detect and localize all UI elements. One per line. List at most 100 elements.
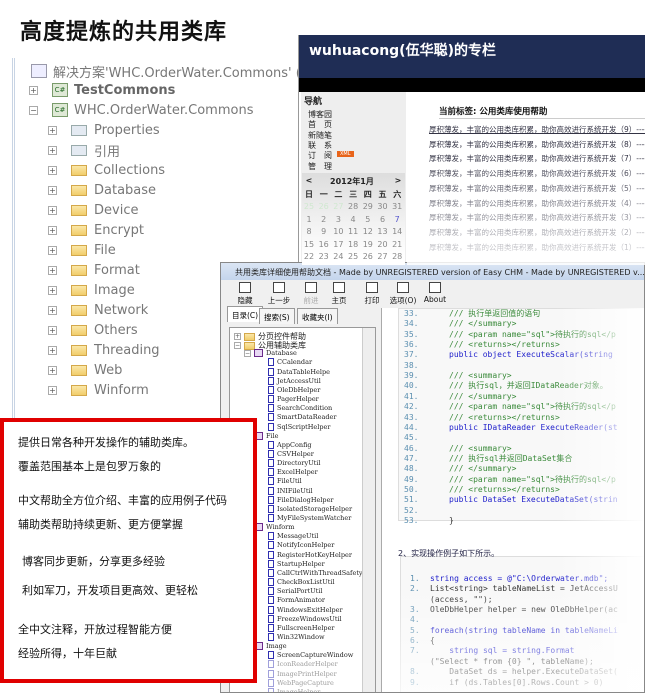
tree-item[interactable]: StartupHelper — [268, 559, 325, 568]
calendar-day[interactable]: 30 — [376, 202, 390, 211]
calendar-day[interactable]: 13 — [376, 227, 390, 236]
collapse-icon[interactable]: − — [234, 342, 241, 350]
tree-item[interactable]: CheckBoxListUtil — [268, 578, 335, 587]
tree-item[interactable]: AppConfig — [268, 440, 312, 449]
solution-folder[interactable]: + Device — [48, 201, 138, 219]
calendar-day[interactable]: 20 — [376, 240, 390, 249]
toolbar-home-button[interactable]: 主页 — [321, 282, 357, 306]
expand-icon[interactable]: + — [48, 125, 57, 135]
tree-item[interactable]: CSVHelper — [268, 449, 314, 458]
tree-item[interactable]: SearchCondition — [268, 404, 332, 413]
expand-icon[interactable]: + — [48, 185, 57, 195]
blog-post-link[interactable]: 厚积薄发，丰富的公用类库积累，助你高效进行系统开发（8）---- — [429, 139, 645, 150]
calendar-day[interactable]: 12 — [361, 227, 375, 236]
solution-folder[interactable]: + Winform — [48, 381, 149, 399]
project-testcommons[interactable]: + C# TestCommons — [29, 81, 175, 99]
expand-icon[interactable]: + — [48, 385, 57, 395]
calendar-day[interactable]: 28 — [390, 252, 404, 261]
nav-item[interactable]: 管 理 — [308, 161, 332, 172]
calendar-day[interactable]: 14 — [390, 227, 404, 236]
tree-scrollbar[interactable] — [362, 328, 375, 692]
tree-item[interactable]: RegisterHotKeyHelper — [268, 550, 352, 559]
calendar-day[interactable]: 29 — [361, 202, 375, 211]
tab-contents[interactable]: 目录(C) — [227, 306, 264, 322]
tree-item[interactable]: WindowsExitHelper — [268, 605, 343, 614]
solution-folder[interactable]: + File — [48, 241, 116, 259]
tab-search[interactable]: 搜索(S) — [259, 308, 295, 324]
project-commons[interactable]: − C# WHC.OrderWater.Commons — [29, 101, 253, 119]
calendar-next-button[interactable]: > — [391, 176, 405, 185]
calendar-day[interactable]: 25 — [302, 202, 316, 211]
toolbar-options-button[interactable]: 选项(O) — [385, 282, 421, 306]
tree-item[interactable]: ExcelHelper — [268, 468, 318, 477]
tree-item[interactable]: WebPageCapture — [268, 678, 334, 687]
calendar-day[interactable]: 18 — [346, 240, 360, 249]
solution-folder[interactable]: + Collections — [48, 161, 165, 179]
solution-folder[interactable]: + Threading — [48, 341, 160, 359]
expand-icon[interactable]: + — [48, 365, 57, 375]
calendar-day[interactable]: 26 — [361, 252, 375, 261]
calendar-day[interactable]: 1 — [302, 215, 316, 224]
expand-icon[interactable]: + — [48, 145, 57, 155]
tree-item[interactable]: FormAnimator — [268, 596, 325, 605]
calendar-day[interactable]: 2 — [317, 215, 331, 224]
tree-item[interactable]: ImageHelper — [268, 687, 320, 692]
calendar-day[interactable]: 21 — [390, 240, 404, 249]
tree-item[interactable]: OleDbHelper — [268, 385, 320, 394]
solution-folder[interactable]: + Image — [48, 281, 135, 299]
expand-icon[interactable]: + — [48, 325, 57, 335]
expand-icon[interactable]: + — [234, 333, 241, 340]
calendar-day[interactable]: 4 — [346, 215, 360, 224]
blog-title[interactable]: wuhuacong(伍华聪)的专栏 — [309, 40, 496, 60]
calendar-day[interactable]: 6 — [376, 215, 390, 224]
calendar-day[interactable]: 22 — [302, 252, 316, 261]
calendar-day[interactable]: 3 — [331, 215, 345, 224]
tree-item[interactable]: CCalendar — [268, 358, 312, 367]
calendar-day[interactable]: 7 — [390, 215, 404, 224]
collapse-icon[interactable]: − — [29, 105, 38, 115]
tree-item[interactable]: MyFileSystemWatcher — [268, 514, 351, 522]
toolbar-hide-button[interactable]: 隐藏 — [227, 282, 263, 306]
solution-root[interactable]: 解决方案'WHC.OrderWater.Commons' (2 — [31, 62, 309, 81]
expand-icon[interactable]: + — [48, 165, 57, 175]
calendar-day[interactable]: 25 — [346, 252, 360, 261]
calendar-day[interactable]: 26 — [317, 202, 331, 211]
tree-item[interactable]: ImagePrintHelper — [268, 669, 337, 678]
calendar-day[interactable]: 28 — [346, 202, 360, 211]
solution-folder[interactable]: + Properties — [48, 121, 160, 139]
calendar-day[interactable]: 23 — [317, 252, 331, 261]
tree-item[interactable]: NotifyIconHelper — [268, 541, 334, 550]
calendar-day[interactable]: 27 — [376, 252, 390, 261]
collapse-icon[interactable]: − — [244, 349, 251, 357]
calendar-day[interactable]: 9 — [317, 227, 331, 236]
xml-badge[interactable]: XML — [337, 151, 354, 157]
expand-icon[interactable]: + — [48, 285, 57, 295]
blog-post-link[interactable]: 厚积薄发，丰富的公用类库积累，助你高效进行系统开发（9）---- — [429, 124, 645, 135]
calendar-day[interactable]: 10 — [331, 227, 345, 236]
solution-folder[interactable]: + Database — [48, 181, 156, 199]
calendar-day[interactable]: 24 — [331, 252, 345, 261]
expand-icon[interactable]: + — [48, 205, 57, 215]
calendar-day[interactable]: 16 — [317, 240, 331, 249]
tree-item[interactable]: INIFileUtil — [268, 486, 313, 495]
calendar-day[interactable]: 31 — [390, 202, 404, 211]
tree-item[interactable]: ScreenCaptureWindow — [268, 651, 353, 660]
expand-icon[interactable]: + — [48, 245, 57, 255]
tree-item[interactable]: IsolatedStorageHelper — [268, 504, 352, 513]
tree-item[interactable]: IconReaderHelper — [268, 660, 338, 669]
toolbar-about-button[interactable]: About — [417, 282, 453, 304]
solution-folder[interactable]: + Web — [48, 361, 122, 379]
tree-item[interactable]: PagerHelper — [268, 395, 319, 404]
calendar-day[interactable]: 17 — [331, 240, 345, 249]
calendar-day[interactable]: 27 — [331, 202, 345, 211]
calendar-day[interactable]: 8 — [302, 227, 316, 236]
calendar-day[interactable]: 15 — [302, 240, 316, 249]
tree-item[interactable]: FileDialogHelper — [268, 495, 334, 504]
toolbar-back-button[interactable]: 上一步 — [261, 282, 297, 306]
expand-icon[interactable]: + — [48, 265, 57, 275]
solution-folder[interactable]: + Format — [48, 261, 140, 279]
calendar-day[interactable]: 19 — [361, 240, 375, 249]
tab-favorites[interactable]: 收藏夹(I) — [297, 308, 338, 324]
expand-icon[interactable]: + — [48, 345, 57, 355]
tree-item[interactable]: DataTableHelpe — [268, 367, 330, 376]
